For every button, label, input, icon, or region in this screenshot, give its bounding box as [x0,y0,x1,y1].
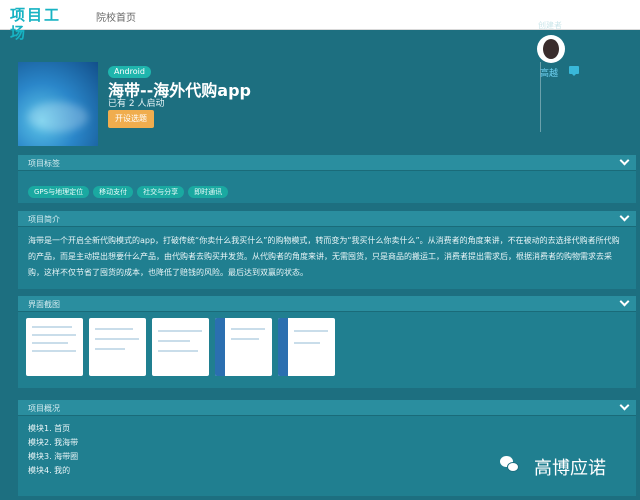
thumb-line [32,342,68,344]
module-item: 模块4. 我的 [28,466,71,475]
module-list: 模块1. 首页 模块2. 我海带 模块3. 海带圈 模块4. 我的 [28,422,78,478]
thumb-line [95,338,139,340]
thumb-line [32,326,72,328]
screenshot-thumbnail[interactable] [278,318,335,376]
chevron-down-icon[interactable] [620,158,628,166]
nav-school-home-link[interactable]: 院校首页 [96,9,136,24]
tags-panel-header[interactable]: 项目标签 [18,155,636,171]
creator-name-link[interactable]: 高越 [540,66,558,79]
start-topic-button[interactable]: 开设选题 [108,110,154,128]
thumb-line [231,328,265,330]
started-count: 已有 2 人启动 [108,99,165,109]
thumb-sidebar [278,318,288,376]
thumb-sidebar [215,318,225,376]
intro-panel: 项目简介 海带是一个开启全新代购模式的app，打破传统“你卖什么我买什么”的购物… [18,211,636,289]
thumb-line [294,330,328,332]
tags-panel: 项目标签 GPS与地理定位 移动支付 社交与分享 即时通讯 [18,155,636,203]
thumb-line [95,328,133,330]
module-item: 模块2. 我海带 [28,438,79,447]
tag-item[interactable]: 社交与分享 [137,186,185,198]
intro-text: 海带是一个开启全新代购模式的app，打破传统“你卖什么我买什么”的购物模式，转而… [28,236,620,277]
intro-panel-title: 项目简介 [28,215,60,224]
screenshot-thumbnail[interactable] [26,318,83,376]
screenshot-thumbnail[interactable] [152,318,209,376]
project-cover-image [18,62,98,146]
wechat-bubble-small [507,462,519,472]
screenshot-list [26,318,341,380]
tag-item[interactable]: GPS与地理定位 [28,186,90,198]
tag-item[interactable]: 即时通讯 [188,186,229,198]
thumb-line [32,334,76,336]
module-item: 模块3. 海带圈 [28,452,79,461]
screens-panel-header[interactable]: 界面截图 [18,296,636,312]
site-logo[interactable]: 项目工场 [10,6,76,42]
tags-panel-title: 项目标签 [28,159,60,168]
screens-panel: 界面截图 [18,296,636,388]
thumb-line [158,340,190,342]
screens-panel-title: 界面截图 [28,300,60,309]
wechat-icon [500,456,520,472]
message-icon[interactable] [569,66,579,76]
creator-label: 创建者 [538,21,562,30]
creator-avatar[interactable] [537,35,565,63]
intro-panel-header[interactable]: 项目简介 [18,211,636,227]
screenshot-thumbnail[interactable] [89,318,146,376]
thumb-line [158,330,202,332]
chevron-down-icon[interactable] [620,299,628,307]
thumb-line [32,350,76,352]
avatar-silhouette [543,39,559,59]
screenshot-thumbnail[interactable] [215,318,272,376]
tag-list: GPS与地理定位 移动支付 社交与分享 即时通讯 [28,179,232,198]
chevron-down-icon[interactable] [620,403,628,411]
overview-panel-title: 项目概况 [28,404,60,413]
thumb-line [95,348,125,350]
module-item: 模块1. 首页 [28,424,71,433]
chevron-down-icon[interactable] [620,214,628,222]
thumb-line [294,342,320,344]
overview-panel-header[interactable]: 项目概况 [18,400,636,416]
thumb-line [231,338,259,340]
thumb-line [158,350,198,352]
watermark: 高博应诺 [500,450,640,480]
tag-item[interactable]: 移动支付 [93,186,134,198]
overview-panel: 项目概况 模块1. 首页 模块2. 我海带 模块3. 海带圈 模块4. 我的 [18,400,636,496]
watermark-text: 高博应诺 [534,458,606,479]
